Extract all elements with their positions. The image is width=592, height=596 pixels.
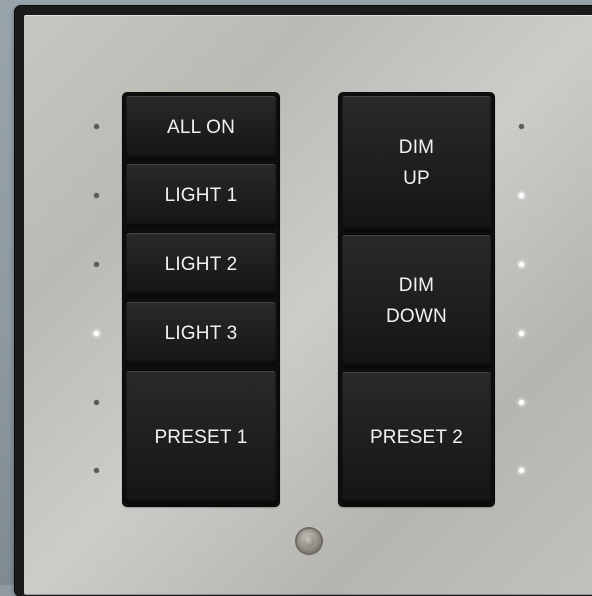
light-3-button[interactable]: LIGHT 3 [126,302,276,364]
preset-1-button[interactable]: PRESET 1 [126,371,276,503]
led-right-1 [519,124,524,129]
light-2-button[interactable]: LIGHT 2 [126,233,276,295]
led-light-2 [94,262,99,267]
dim-down-button[interactable]: DIM DOWN [342,235,491,366]
led-preset-1-upper [94,400,99,405]
led-preset-1-lower [94,468,99,473]
led-all-on [94,124,99,129]
led-right-3 [519,262,524,267]
light-1-button[interactable]: LIGHT 1 [126,164,276,226]
led-right-2 [519,193,524,198]
ir-sensor-icon [297,529,321,553]
led-light-1 [94,193,99,198]
all-on-label: ALL ON [166,116,236,138]
led-light-3 [94,331,99,336]
light-3-label: LIGHT 3 [164,322,238,344]
led-right-5 [519,400,524,405]
preset-2-label: PRESET 2 [369,427,464,448]
preset-2-button[interactable]: PRESET 2 [342,372,491,503]
light-1-label: LIGHT 1 [164,184,238,206]
dim-up-button[interactable]: DIM UP [342,96,491,230]
dim-up-label: DIM UP [398,137,435,189]
dim-down-label: DIM DOWN [386,274,447,327]
light-2-label: LIGHT 2 [164,253,238,275]
faceplate [24,15,592,595]
preset-1-label: PRESET 1 [154,426,248,448]
led-right-6 [519,468,524,473]
led-right-4 [519,331,524,336]
all-on-button[interactable]: ALL ON [126,96,276,158]
